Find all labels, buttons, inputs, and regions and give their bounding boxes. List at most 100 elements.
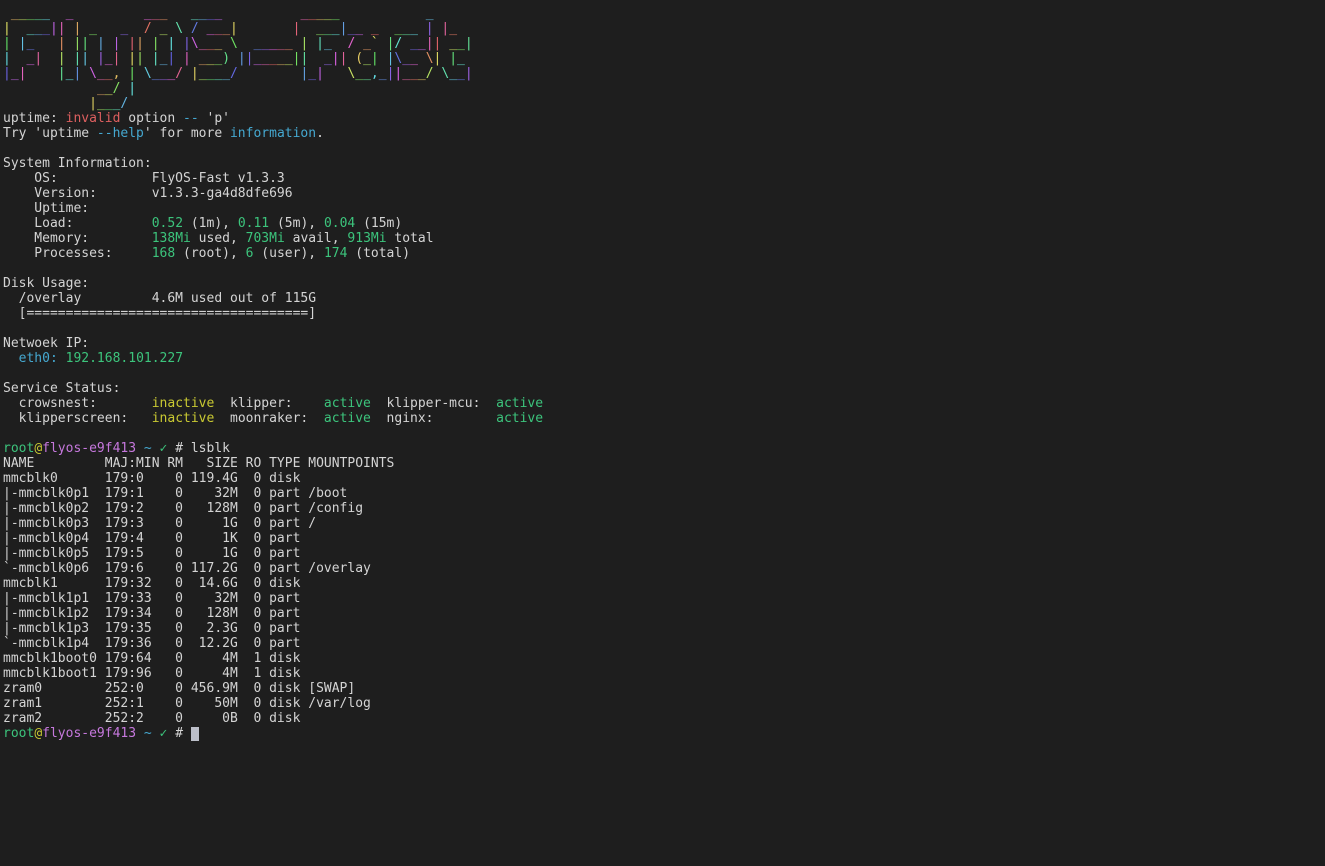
logo-char: _ <box>214 21 222 36</box>
logo-char: _ <box>34 21 42 36</box>
service-row-2-text: klipperscreen: <box>3 411 152 426</box>
lsblk-row: mmcblk1boot0 179:64 0 4M 1 disk <box>3 651 543 666</box>
logo-char: _ <box>105 96 113 111</box>
service-row-1-text: crowsnest: <box>3 396 152 411</box>
logo-char: _ <box>410 36 418 51</box>
sysinfo-processes-text: (total) <box>347 246 410 261</box>
prompt-lsblk-text: root <box>3 441 34 456</box>
sysinfo-memory-text: total <box>387 231 434 246</box>
logo-char: _ <box>316 21 324 36</box>
lsblk-row: zram2 252:2 0 0B 0 disk <box>3 711 543 726</box>
lsblk-row-text: mmcblk0 179:0 0 119.4G 0 disk <box>3 471 308 486</box>
disk-overlay: /overlay 4.6M used out of 115G <box>3 291 543 306</box>
logo-char: _ <box>410 66 418 81</box>
logo-char: _ <box>269 36 277 51</box>
logo-char: _ <box>152 6 160 21</box>
uptime-help-text: ' for more <box>144 126 230 141</box>
prompt-lsblk: root@flyos-e9f413 ~ ✓ # lsblk <box>3 441 543 456</box>
logo-char: _ <box>105 66 113 81</box>
prompt-lsblk-text <box>152 441 160 456</box>
logo-char: \ <box>144 66 152 81</box>
logo-char: _ <box>34 6 42 21</box>
uptime-error: uptime: invalid option -- 'p' <box>3 111 543 126</box>
service-row-1-text: klipper-mcu: <box>371 396 496 411</box>
prompt-lsblk-text: @ <box>34 441 42 456</box>
logo-char: _ <box>410 21 418 36</box>
lsblk-row: |-mmcblk0p4 179:4 0 1K 0 part <box>3 531 543 546</box>
logo-char: _ <box>269 51 277 66</box>
lsblk-row: |-mmcblk1p1 179:33 0 32M 0 part <box>3 591 543 606</box>
logo-char: _ <box>308 6 316 21</box>
logo-char: | <box>238 51 246 66</box>
logo-char: | <box>58 66 66 81</box>
uptime-error-text: uptime: <box>3 111 66 126</box>
service-row-2-text: active <box>496 411 543 426</box>
logo-char: | <box>183 36 191 51</box>
service-row-2: klipperscreen: inactive moonraker: activ… <box>3 411 543 426</box>
sysinfo-load-text: 0.52 <box>152 216 183 231</box>
logo-char: _ <box>324 51 332 66</box>
logo-char: ( <box>355 51 363 66</box>
logo-char: _ <box>285 36 293 51</box>
lsblk-row-text: `-mmcblk1p4 179:36 0 12.2G 0 part <box>3 636 308 651</box>
blank <box>3 261 543 276</box>
logo-char: _ <box>89 21 97 36</box>
sysinfo-memory-text: Memory: <box>3 231 152 246</box>
lsblk-row-text: mmcblk1boot0 179:64 0 4M 1 disk <box>3 651 308 666</box>
logo-char: | <box>191 66 199 81</box>
lsblk-row: |-mmcblk0p2 179:2 0 128M 0 part /config <box>3 501 543 516</box>
logo-char: _ <box>449 21 457 36</box>
logo-char: | <box>128 66 136 81</box>
sysinfo-title-text: System Information: <box>3 156 152 171</box>
logo-char: _ <box>191 6 199 21</box>
logo-char: _ <box>418 66 426 81</box>
disk-title-text: Disk Usage: <box>3 276 89 291</box>
logo-char: _ <box>214 6 222 21</box>
logo-char: _ <box>214 36 222 51</box>
sysinfo-title: System Information: <box>3 156 543 171</box>
service-row-2-text: inactive <box>152 411 215 426</box>
sysinfo-memory-text: used, <box>191 231 246 246</box>
lsblk-row-text: |-mmcblk0p3 179:3 0 1G 0 part / <box>3 516 316 531</box>
logo-char: _ <box>402 51 410 66</box>
logo-char: _ <box>457 36 465 51</box>
logo-char: | <box>449 51 457 66</box>
logo-char: | <box>58 21 66 36</box>
prompt-lsblk-text: lsblk <box>191 441 230 456</box>
terminal-screen[interactable]: _____ _ ___ ____ _____ _ | ___|| | _ _ /… <box>3 6 543 741</box>
logo-char: _ <box>332 21 340 36</box>
logo-char: | <box>465 36 473 51</box>
lsblk-row: `-mmcblk1p4 179:36 0 12.2G 0 part <box>3 636 543 651</box>
logo-char: | <box>152 36 160 51</box>
logo-char: _ <box>199 66 207 81</box>
sysinfo-os-text: OS: FlyOS-Fast v1.3.3 <box>3 171 285 186</box>
logo-char: \ <box>230 36 238 51</box>
logo-char: _ <box>11 6 19 21</box>
lsblk-row: |-mmcblk0p5 179:5 0 1G 0 part <box>3 546 543 561</box>
logo-char: | <box>3 21 11 36</box>
logo-char: _ <box>11 66 19 81</box>
prompt-input-text: @ <box>34 726 42 741</box>
prompt-input-text: # <box>167 726 190 741</box>
logo-char: | <box>89 96 97 111</box>
lsblk-row-text: |-mmcblk0p4 179:4 0 1K 0 part <box>3 531 308 546</box>
terminal-cursor <box>191 727 199 741</box>
prompt-input-text: ~ <box>144 726 152 741</box>
logo-char: _ <box>457 51 465 66</box>
blank <box>3 141 543 156</box>
service-title: Service Status: <box>3 381 543 396</box>
sysinfo-load: Load: 0.52 (1m), 0.11 (5m), 0.04 (15m) <box>3 216 543 231</box>
logo-char: | <box>136 51 144 66</box>
blank-text <box>3 141 11 156</box>
sysinfo-memory-text: 913Mi <box>347 231 386 246</box>
logo-char: | <box>97 36 105 51</box>
logo-char: _ <box>285 51 293 66</box>
logo-char: , <box>371 66 379 81</box>
uptime-error-text: option <box>120 111 183 126</box>
logo-char: _ <box>316 6 324 21</box>
uptime-error-text: -- <box>183 111 199 126</box>
lsblk-row: zram0 252:0 0 456.9M 0 disk [SWAP] <box>3 681 543 696</box>
logo-char: _ <box>332 6 340 21</box>
lsblk-row: |-mmcblk0p3 179:3 0 1G 0 part / <box>3 516 543 531</box>
blank-text <box>3 321 11 336</box>
